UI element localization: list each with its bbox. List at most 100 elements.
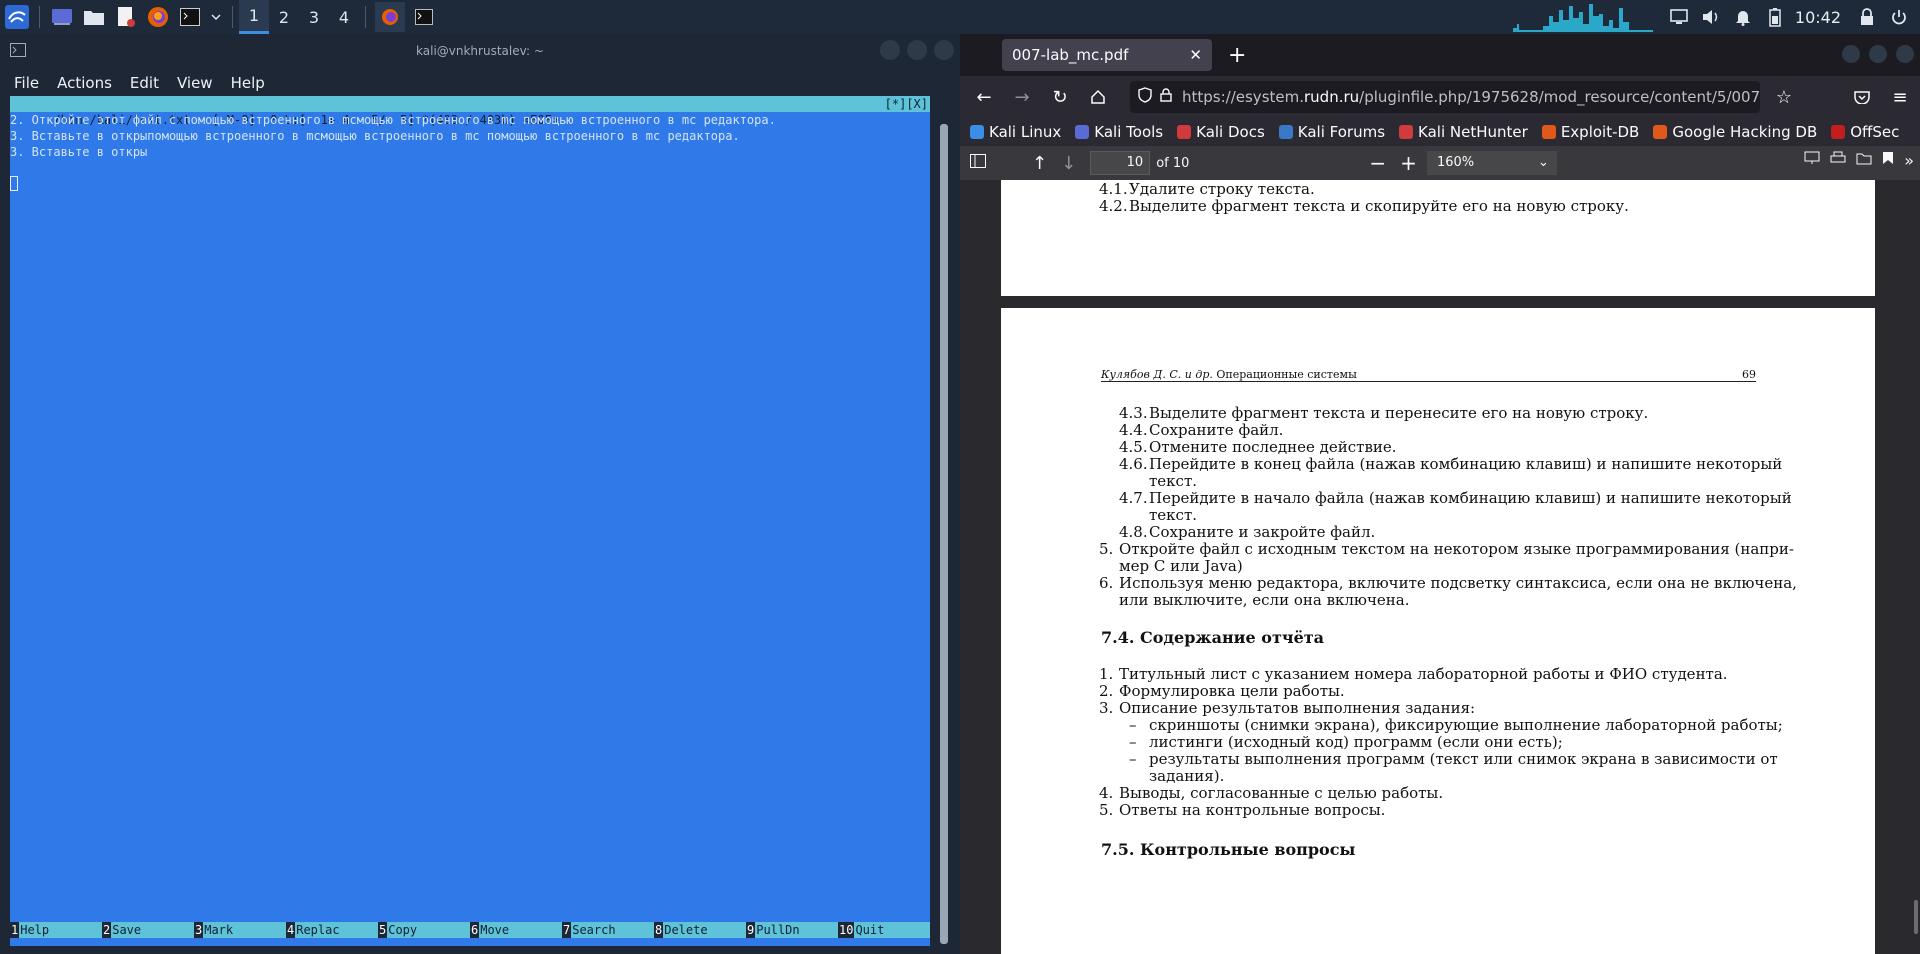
bookmark-kali-docs[interactable]: Kali Docs bbox=[1177, 123, 1265, 141]
display-icon[interactable] bbox=[1666, 4, 1692, 30]
maximize-button[interactable] bbox=[907, 40, 927, 60]
menu-edit[interactable]: Edit bbox=[130, 74, 159, 92]
text-editor-icon[interactable] bbox=[113, 4, 139, 30]
fkey-mark[interactable]: 3 Mark bbox=[194, 922, 286, 938]
url-bar[interactable]: https://esystem. rudn.ru/pluginfile.php/1… bbox=[1130, 81, 1760, 113]
pdf-scrollbar[interactable] bbox=[1914, 900, 1918, 934]
save-icon[interactable] bbox=[1856, 151, 1872, 170]
lock-icon[interactable] bbox=[1160, 88, 1172, 106]
minimize-button[interactable] bbox=[880, 40, 900, 60]
terminal-window-icon[interactable] bbox=[411, 4, 437, 30]
tab-pdf[interactable]: 007-lab_mc.pdf ✕ bbox=[1002, 39, 1212, 71]
offsec-icon bbox=[1831, 125, 1846, 139]
menu-help[interactable]: Help bbox=[231, 74, 265, 92]
terminal-icon[interactable] bbox=[177, 4, 203, 30]
fkey-search[interactable]: 7 Search bbox=[562, 922, 654, 938]
volume-icon[interactable] bbox=[1698, 4, 1724, 30]
workspace-4[interactable]: 4 bbox=[329, 0, 359, 34]
list-item: Сохраните и закройте файл. bbox=[1149, 523, 1376, 541]
fkey-copy[interactable]: 5 Copy bbox=[378, 922, 470, 938]
back-icon[interactable]: ← bbox=[970, 83, 998, 111]
zoom-select[interactable]: 160% ⌄ bbox=[1426, 151, 1557, 175]
forward-icon[interactable]: → bbox=[1008, 83, 1036, 111]
terminal-titlebar[interactable]: kali@vnkhrustalev: ~ bbox=[0, 34, 960, 68]
notification-bell-icon[interactable] bbox=[1730, 4, 1756, 30]
pdf-viewer[interactable]: 4. 1. Удалите строку текста. 4.2. Выделит… bbox=[960, 180, 1920, 954]
tools-icon[interactable]: » bbox=[1904, 151, 1914, 170]
page-count: of 10 bbox=[1156, 155, 1190, 171]
zoom-out-icon[interactable]: − bbox=[1369, 151, 1386, 175]
navigation-toolbar: ← → ↻ https://esystem. rudn.ru/pluginfile… bbox=[960, 76, 1920, 118]
battery-icon[interactable] bbox=[1762, 4, 1788, 30]
list-number: 2. bbox=[1099, 682, 1114, 700]
list-number: 4.5. bbox=[1119, 438, 1148, 456]
fkey-pulldown[interactable]: 9 PullDn bbox=[746, 922, 838, 938]
minimize-button[interactable] bbox=[1842, 45, 1860, 63]
list-number: 4.8. bbox=[1119, 523, 1148, 541]
firefox-window-icon[interactable] bbox=[375, 2, 405, 32]
kali-menu-icon[interactable] bbox=[4, 4, 30, 30]
zoom-in-icon[interactable]: + bbox=[1400, 151, 1417, 175]
fkey-move[interactable]: 6 Move bbox=[470, 922, 562, 938]
file-manager-icon[interactable] bbox=[81, 4, 107, 30]
power-icon[interactable] bbox=[1886, 4, 1912, 30]
list-number: 4. bbox=[1099, 784, 1114, 802]
firefox-icon[interactable] bbox=[145, 4, 171, 30]
pocket-icon[interactable] bbox=[1848, 83, 1876, 111]
url-path: /pluginfile.php/1975628/mod_resource/con… bbox=[1359, 88, 1760, 106]
bookmark-star-icon[interactable]: ☆ bbox=[1770, 83, 1798, 111]
desktop-icon[interactable] bbox=[49, 4, 75, 30]
list-item-continuation: текст. bbox=[1149, 472, 1198, 490]
terminal-menubar: File Actions Edit View Help bbox=[0, 68, 960, 98]
menu-file[interactable]: File bbox=[14, 74, 39, 92]
bookmark-google-hacking-db[interactable]: Google Hacking DB bbox=[1653, 123, 1817, 141]
bookmark-kali-tools[interactable]: Kali Tools bbox=[1075, 123, 1163, 141]
close-tab-icon[interactable]: ✕ bbox=[1189, 46, 1202, 64]
ghdb-icon bbox=[1653, 125, 1668, 139]
home-icon[interactable] bbox=[1084, 83, 1112, 111]
fkey-help[interactable]: 1 Help bbox=[10, 922, 102, 938]
bookmark-exploit-db[interactable]: Exploit-DB bbox=[1541, 123, 1639, 141]
maximize-button[interactable] bbox=[1869, 45, 1887, 63]
terminal-scrollbar[interactable] bbox=[940, 124, 948, 944]
workspace-3[interactable]: 3 bbox=[299, 0, 329, 34]
sidebar-toggle-icon[interactable] bbox=[970, 154, 986, 172]
previous-page-icon[interactable]: ↑ bbox=[1032, 153, 1047, 174]
list-item: Используя меню редактора, включите подсв… bbox=[1119, 574, 1797, 592]
workspace-1[interactable]: 1 bbox=[239, 0, 269, 34]
list-number: 4.6. bbox=[1119, 455, 1148, 473]
shield-icon[interactable] bbox=[1138, 87, 1152, 107]
list-item: Выделите фрагмент текста и скопируйте ег… bbox=[1129, 197, 1629, 215]
bookmark-kali-linux[interactable]: Kali Linux bbox=[970, 123, 1061, 141]
fkey-delete[interactable]: 8 Delete bbox=[654, 922, 746, 938]
bookmark-offsec[interactable]: OffSec bbox=[1831, 123, 1899, 141]
lock-icon[interactable] bbox=[1854, 4, 1880, 30]
taskbar-separator bbox=[39, 6, 40, 28]
reload-icon[interactable]: ↻ bbox=[1046, 83, 1074, 111]
mc-editor-screen[interactable]: /home/kali/text.txt [-M-O] 0 L:[ 1+ 4 5/… bbox=[10, 96, 930, 946]
bookmark-kali-forums[interactable]: Kali Forums bbox=[1278, 123, 1385, 141]
list-number: 4.2. bbox=[1099, 197, 1128, 215]
page-number-input[interactable]: 10 bbox=[1090, 151, 1151, 175]
close-button[interactable] bbox=[934, 40, 954, 60]
close-button[interactable] bbox=[1896, 45, 1914, 63]
fkey-save[interactable]: 2 Save bbox=[102, 922, 194, 938]
presentation-mode-icon[interactable] bbox=[1804, 151, 1820, 170]
workspace-2[interactable]: 2 bbox=[269, 0, 299, 34]
chevron-down-icon[interactable] bbox=[209, 4, 223, 30]
menu-icon[interactable]: ≡ bbox=[1886, 83, 1914, 111]
new-tab-button[interactable]: + bbox=[1228, 43, 1246, 68]
list-item: Удалите строку текста. bbox=[1129, 180, 1315, 198]
fkey-quit[interactable]: 10 Quit bbox=[838, 922, 930, 938]
clock[interactable]: 10:42 bbox=[1795, 8, 1841, 27]
bookmark-kali-nethunter[interactable]: Kali NetHunter bbox=[1399, 123, 1528, 141]
next-page-icon[interactable]: ↓ bbox=[1061, 153, 1076, 174]
menu-actions[interactable]: Actions bbox=[57, 74, 112, 92]
mc-status-buttons[interactable]: [*][X] bbox=[885, 96, 928, 112]
fkey-replace[interactable]: 4 Replac bbox=[286, 922, 378, 938]
print-icon[interactable] bbox=[1830, 151, 1846, 170]
list-item: Титульный лист с указанием номера лабора… bbox=[1119, 665, 1728, 683]
menu-view[interactable]: View bbox=[177, 74, 213, 92]
list-number: 1. bbox=[1099, 665, 1114, 683]
bookmark-icon[interactable] bbox=[1882, 151, 1894, 170]
